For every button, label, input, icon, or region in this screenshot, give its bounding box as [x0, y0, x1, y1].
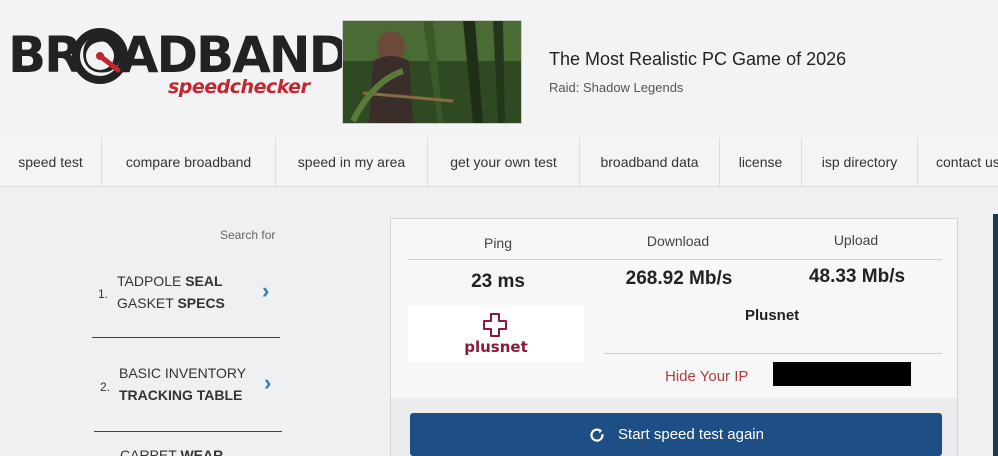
logo-subtitle: speedchecker — [168, 76, 310, 98]
isp-name: Plusnet — [745, 307, 800, 324]
hide-your-ip-link[interactable]: Hide Your IP — [665, 368, 748, 385]
chevron-right-icon: › — [262, 278, 270, 303]
download-value: 268.92 Mb/s — [625, 268, 733, 289]
nav-compare-broadband[interactable]: compare broadband — [102, 138, 276, 186]
sponsored-link-3[interactable]: CARPET WEAR — [90, 444, 280, 456]
search-for-label: Search for — [220, 228, 276, 242]
upload-label: Upload — [833, 232, 879, 248]
header-divider — [408, 259, 942, 260]
ad-subtitle[interactable]: Raid: Shadow Legends — [549, 80, 683, 95]
nav-contact-us[interactable]: contact us — [918, 138, 998, 186]
refresh-icon — [590, 427, 604, 442]
nav-speed-test[interactable]: speed test — [0, 138, 102, 186]
chevron-right-icon: › — [264, 370, 272, 395]
broadband-speedchecker-logo[interactable]: BROADBAND speedchecker — [8, 20, 350, 110]
ad-number: 2. — [100, 380, 111, 394]
ad-number: 1. — [98, 287, 109, 301]
sponsored-link-1[interactable]: 1. TADPOLE SEAL GASKET SPECS › — [90, 268, 280, 318]
nav-speed-in-my-area[interactable]: speed in my area — [276, 138, 428, 186]
ad-title[interactable]: The Most Realistic PC Game of 2026 — [549, 49, 846, 70]
nav-get-your-own-test[interactable]: get your own test — [428, 138, 580, 186]
download-label: Download — [646, 233, 710, 249]
plusnet-cross-icon — [483, 313, 507, 337]
start-button-label: Start speed test again — [618, 426, 764, 443]
main-nav: speed test compare broadband speed in my… — [0, 138, 998, 187]
ip-address-redacted — [773, 362, 911, 386]
ping-label: Ping — [483, 235, 513, 251]
start-speed-test-again-button[interactable]: Start speed test again — [410, 413, 942, 456]
isp-divider — [604, 353, 942, 354]
divider — [94, 431, 282, 432]
divider — [92, 337, 280, 338]
upload-value: 48.33 Mb/s — [808, 266, 906, 287]
nav-isp-directory[interactable]: isp directory — [802, 138, 918, 186]
right-edge-panel — [993, 214, 998, 456]
isp-logo-box: plusnet — [408, 306, 584, 362]
ad-link-text: BASIC INVENTORY TRACKING TABLE — [119, 365, 247, 403]
ping-value: 23 ms — [471, 271, 525, 292]
speedometer-icon — [72, 28, 128, 84]
ad-link-text: TADPOLE SEAL GASKET SPECS — [117, 273, 225, 311]
plusnet-logo-text: plusnet — [464, 338, 528, 356]
site-header: BROADBAND speedchecker The Most Realisti… — [0, 0, 998, 138]
game-ad-image[interactable] — [342, 20, 522, 124]
nav-broadband-data[interactable]: broadband data — [580, 138, 720, 186]
logo-wordmark: BROADBAND — [8, 26, 350, 84]
nav-license[interactable]: license — [720, 138, 802, 186]
sponsored-link-2[interactable]: 2. BASIC INVENTORY TRACKING TABLE › — [90, 362, 280, 412]
ad-link-text: CARPET WEAR — [120, 447, 224, 456]
